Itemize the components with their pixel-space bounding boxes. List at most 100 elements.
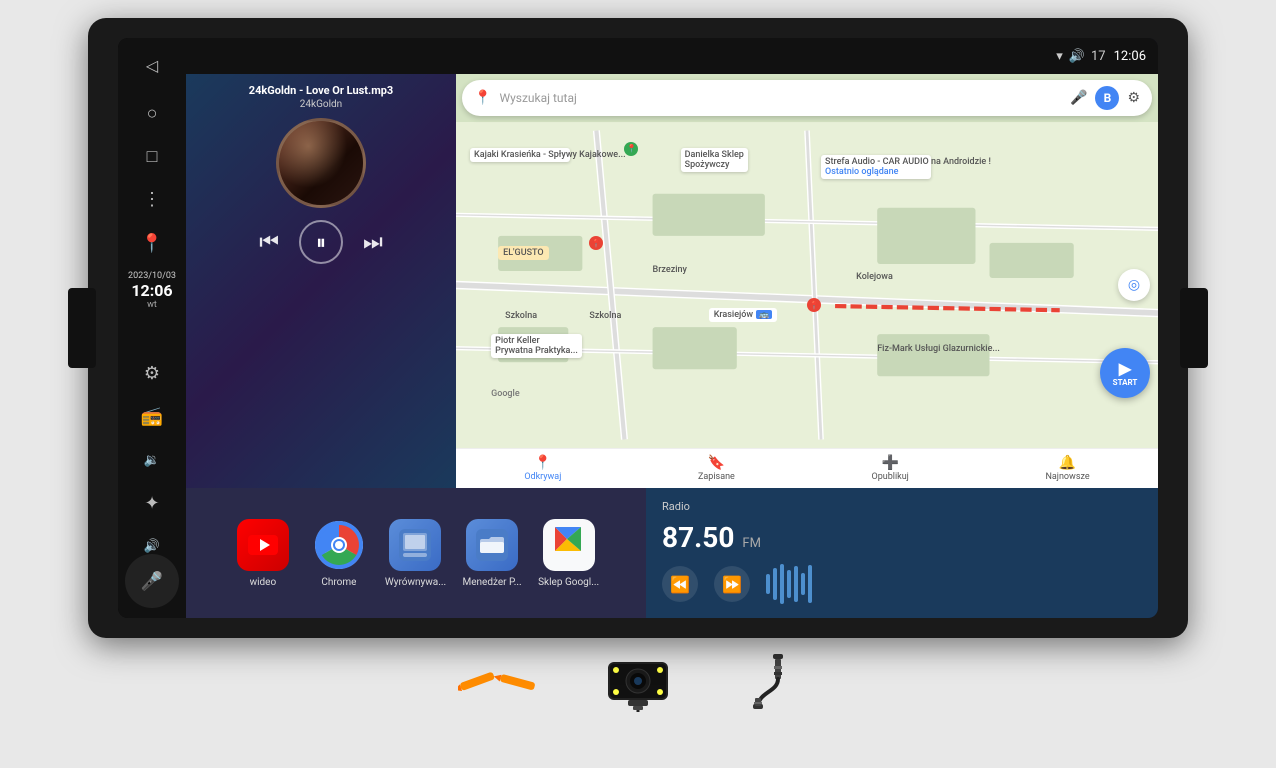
map-pin-krasiejow: 📍 [807, 298, 821, 312]
map-locate-button[interactable]: ◎ [1118, 269, 1150, 301]
radio-panel: Radio 87.50 FM ⏪ ⏩ [646, 488, 1158, 618]
opublikuj-icon: ➕ [881, 455, 898, 471]
backup-camera [598, 652, 678, 712]
app-icon-wideo [237, 519, 289, 571]
map-label-szkolna2: Szkolna [589, 311, 621, 321]
app-icon-chrome [313, 519, 365, 571]
map-search-placeholder[interactable]: Wyszukaj tutaj [499, 91, 1062, 105]
radio-label: Radio [662, 500, 1142, 513]
najnowsze-icon: 🔔 [1059, 455, 1076, 471]
sidebar-audio-btn[interactable]: 🎤 [125, 554, 179, 608]
mic-icon[interactable]: 🎤 [1070, 90, 1087, 106]
map-tab-najnowsze[interactable]: 🔔 Najnowsze [1045, 455, 1089, 482]
app-label-equalizer: Wyrównywa... [385, 577, 446, 588]
radio-controls-row: ⏪ ⏩ [662, 562, 1142, 606]
app-item-files[interactable]: Menedżer P... [462, 519, 522, 588]
map-label-szkolna1: Szkolna [505, 311, 537, 321]
music-controls: ⏮ ⏸ ⏭ [259, 220, 383, 264]
radio-band: FM [742, 536, 761, 551]
sidebar-time: 12:06 [131, 281, 172, 300]
next-button[interactable]: ⏭ [363, 230, 383, 255]
map-label-strefa: Strefa Audio - CAR AUDIO na Androidzie !… [821, 155, 931, 179]
app-item-play[interactable]: Sklep Googl... [538, 519, 599, 588]
bottom-row: wideo [186, 488, 1158, 618]
map-label-kolejowa: Kolejowa [856, 272, 893, 282]
app-icon-equalizer [389, 519, 441, 571]
app-grid-panel: wideo [186, 488, 646, 618]
najnowsze-label: Najnowsze [1045, 472, 1089, 482]
app-icon-play [543, 519, 595, 571]
accessories-row [458, 652, 818, 712]
radio-next-button[interactable]: ⏩ [714, 566, 750, 602]
app-item-chrome[interactable]: Chrome [309, 519, 369, 588]
outer-device: ◁ ○ □ ⋮ 📍 2023/10/03 12:06 wt ⚙ 📻 🔉 ✦ 🔊 … [88, 18, 1188, 638]
radio-waveform [766, 562, 812, 606]
main-content: ▾ 🔊 17 12:06 24kGoldn - Love Or Lust.mp3… [186, 38, 1158, 618]
sidebar-day: wt [147, 300, 157, 310]
zapisane-icon: 🔖 [708, 455, 725, 471]
map-label-fizmark: Fiz-Mark Usługi Glazurnickie... [877, 344, 1000, 354]
app-label-wideo: wideo [250, 577, 277, 588]
sidebar-settings-icon[interactable]: ⚙ [132, 354, 172, 393]
top-bar: ▾ 🔊 17 12:06 [186, 38, 1158, 74]
bracket-right [1180, 288, 1208, 368]
map-label-google: Google [491, 389, 520, 399]
status-icons: ▾ 🔊 17 [1056, 49, 1105, 64]
status-bar: ▾ 🔊 17 12:06 [1056, 49, 1146, 64]
screen-bezel: ◁ ○ □ ⋮ 📍 2023/10/03 12:06 wt ⚙ 📻 🔉 ✦ 🔊 … [118, 38, 1158, 618]
user-avatar[interactable]: B [1095, 86, 1119, 110]
app-label-play: Sklep Googl... [538, 577, 599, 588]
map-label-krasiejow: Krasiejów 🚌 [709, 308, 777, 322]
radio-freq-row: 87.50 FM [662, 521, 1142, 554]
odkrywaj-icon: 📍 [534, 455, 551, 471]
map-label-piotr: Piotr KellerPrywatna Praktyka... [491, 334, 582, 358]
sidebar-back-icon[interactable]: ◁ [132, 46, 172, 85]
wifi-icon: ▾ [1056, 49, 1063, 64]
sidebar-bluetooth-icon[interactable]: ✦ [132, 484, 172, 523]
map-label-kajaki: Kajaki Krasieńka - Spływy Kajakowe... [470, 148, 570, 162]
map-tab-zapisane[interactable]: 🔖 Zapisane [698, 455, 735, 482]
radio-prev-button[interactable]: ⏪ [662, 566, 698, 602]
map-start-label: START [1113, 378, 1138, 387]
map-view[interactable]: Kajaki Krasieńka - Spływy Kajakowe... Da… [456, 122, 1158, 448]
sidebar-datetime: 2023/10/03 12:06 wt [128, 271, 176, 310]
map-label-elgusto: EL'GUSTO [498, 246, 548, 260]
map-label-brzeziny: Brzeziny [653, 265, 687, 275]
music-panel: 24kGoldn - Love Or Lust.mp3 24kGoldn ⏮ ⏸… [186, 74, 456, 488]
app-label-chrome: Chrome [321, 577, 356, 588]
music-artist: 24kGoldn [300, 99, 342, 110]
music-title: 24kGoldn - Love Or Lust.mp3 [249, 84, 393, 97]
map-pin-icon: 📍 [474, 90, 491, 106]
map-search-bar[interactable]: 📍 Wyszukaj tutaj 🎤 B ⚙ [462, 80, 1152, 116]
sidebar-date: 2023/10/03 [128, 271, 176, 281]
map-pin-kajaki: 📍 [624, 142, 638, 156]
map-start-icon: ▶ [1119, 359, 1131, 378]
map-start-button[interactable]: ▶ START [1100, 348, 1150, 398]
bracket-left [68, 288, 96, 368]
zapisane-label: Zapisane [698, 472, 735, 482]
audio-waveform-icon: 🎤 [141, 571, 163, 592]
pry-tool [458, 662, 538, 702]
map-tab-odkrywaj[interactable]: 📍 Odkrywaj [524, 455, 561, 482]
play-pause-button[interactable]: ⏸ [299, 220, 343, 264]
sidebar-vol-down-icon[interactable]: 🔉 [132, 441, 172, 480]
sidebar-menu-icon[interactable]: ⋮ [132, 180, 172, 219]
sidebar-maps-icon[interactable]: 📍 [132, 223, 172, 262]
sidebar-recent-icon[interactable]: □ [132, 137, 172, 176]
map-settings-icon[interactable]: ⚙ [1127, 90, 1140, 106]
opublikuj-label: Opublikuj [872, 472, 909, 482]
app-icon-files [466, 519, 518, 571]
map-panel: 📍 Wyszukaj tutaj 🎤 B ⚙ [456, 74, 1158, 488]
status-time: 12:06 [1114, 49, 1146, 64]
radio-frequency: 87.50 [662, 521, 734, 554]
aux-cable [738, 652, 818, 712]
prev-button[interactable]: ⏮ [259, 230, 279, 255]
app-label-files: Menedżer P... [463, 577, 522, 588]
sidebar-home-icon[interactable]: ○ [132, 93, 172, 132]
map-tab-opublikuj[interactable]: ➕ Opublikuj [872, 455, 909, 482]
app-item-equalizer[interactable]: Wyrównywa... [385, 519, 446, 588]
map-bottom-bar: 📍 Odkrywaj 🔖 Zapisane ➕ Opublikuj 🔔 [456, 448, 1158, 488]
app-item-wideo[interactable]: wideo [233, 519, 293, 588]
sidebar: ◁ ○ □ ⋮ 📍 2023/10/03 12:06 wt ⚙ 📻 🔉 ✦ 🔊 … [118, 38, 186, 618]
sidebar-radio-icon[interactable]: 📻 [132, 397, 172, 436]
